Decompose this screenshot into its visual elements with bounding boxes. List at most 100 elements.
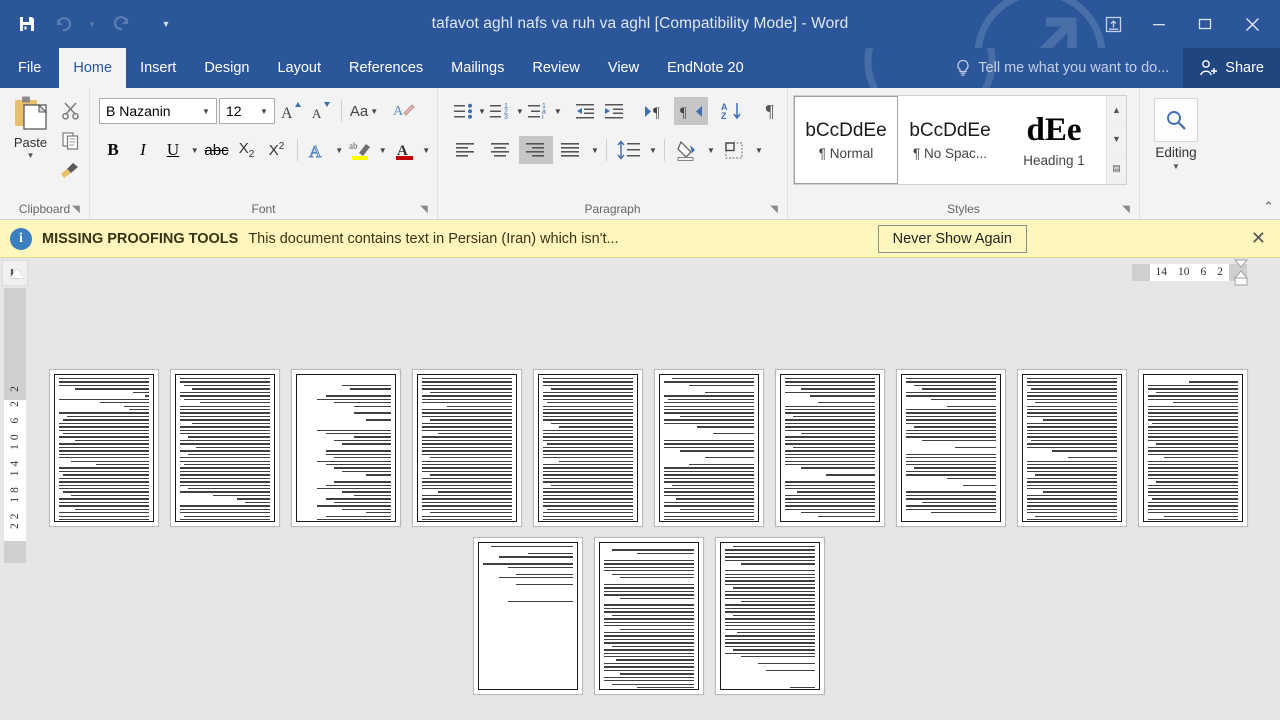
minimize-icon[interactable] xyxy=(1136,4,1182,44)
font-name-dropdown-icon[interactable]: ▼ xyxy=(198,107,214,116)
font-color-button[interactable]: A xyxy=(391,136,419,164)
font-size-dropdown-icon[interactable]: ▼ xyxy=(256,107,272,116)
tab-endnote[interactable]: EndNote 20 xyxy=(653,48,758,88)
tab-design[interactable]: Design xyxy=(190,48,263,88)
horizontal-ruler-track[interactable]: 14 10 6 2 xyxy=(1131,261,1247,283)
shading-dropdown-icon[interactable]: ▼ xyxy=(705,146,717,155)
bullets-button[interactable] xyxy=(449,97,477,125)
italic-button[interactable]: I xyxy=(129,136,157,164)
underline-dropdown-icon[interactable]: ▼ xyxy=(189,146,201,155)
font-name-combobox[interactable]: B Nazanin ▼ xyxy=(99,98,217,124)
tab-view[interactable]: View xyxy=(594,48,653,88)
sort-button[interactable]: A Z xyxy=(718,97,746,125)
document-page-thumbnail[interactable] xyxy=(594,537,704,695)
ltr-text-direction-button[interactable]: ¶ xyxy=(639,97,673,125)
style-item-no-spacing[interactable]: bCcDdEe ¶ No Spac... xyxy=(898,96,1002,184)
rtl-text-direction-button[interactable]: ¶ xyxy=(673,97,708,125)
paste-button[interactable]: Paste ▼ xyxy=(5,92,56,199)
borders-dropdown-icon[interactable]: ▼ xyxy=(753,146,765,155)
tell-me-search[interactable]: Tell me what you want to do... xyxy=(945,48,1183,88)
document-pages-area[interactable] xyxy=(30,288,1280,720)
decrease-indent-button[interactable] xyxy=(572,97,600,125)
numbering-button[interactable]: 1 2 3 xyxy=(487,97,515,125)
superscript-button[interactable]: X2 xyxy=(263,136,291,164)
close-icon[interactable] xyxy=(1228,4,1276,44)
share-button[interactable]: Share xyxy=(1183,48,1280,88)
copy-button[interactable] xyxy=(56,126,84,154)
tab-home[interactable]: Home xyxy=(59,48,127,88)
bold-button[interactable]: B xyxy=(99,136,127,164)
align-right-button[interactable] xyxy=(519,136,553,164)
clear-formatting-button[interactable]: A xyxy=(390,97,418,125)
vertical-ruler[interactable]: 22 18 14 10 6 2 xyxy=(4,288,26,588)
document-page-thumbnail[interactable] xyxy=(473,537,583,695)
bullets-dropdown-icon[interactable]: ▼ xyxy=(478,107,486,116)
styles-scroll-up-icon[interactable]: ▲ xyxy=(1107,96,1126,126)
multilevel-dropdown-icon[interactable]: ▼ xyxy=(554,107,562,116)
font-size-combobox[interactable]: 12 ▼ xyxy=(219,98,275,124)
customize-qat-icon[interactable]: ▼ xyxy=(156,7,176,41)
line-spacing-dropdown-icon[interactable]: ▼ xyxy=(647,146,659,155)
styles-dialog-launcher[interactable]: ◥ xyxy=(1120,204,1132,216)
left-indent-marker-icon[interactable] xyxy=(10,269,24,278)
document-page-thumbnail[interactable] xyxy=(1017,369,1127,527)
cut-button[interactable] xyxy=(56,96,84,124)
change-case-button[interactable]: Aa ▼ xyxy=(348,97,382,125)
style-item-heading-1[interactable]: dEe Heading 1 xyxy=(1002,96,1106,184)
font-dialog-launcher[interactable]: ◥ xyxy=(418,204,430,216)
line-spacing-button[interactable] xyxy=(612,136,646,164)
paste-dropdown-icon[interactable]: ▼ xyxy=(27,152,35,160)
document-page-thumbnail[interactable] xyxy=(775,369,885,527)
styles-scroll-down-icon[interactable]: ▼ xyxy=(1107,125,1126,155)
clipboard-dialog-launcher[interactable]: ◥ xyxy=(70,204,82,216)
document-page-thumbnail[interactable] xyxy=(654,369,764,527)
borders-button[interactable] xyxy=(718,136,752,164)
tab-references[interactable]: References xyxy=(335,48,437,88)
font-color-dropdown-icon[interactable]: ▼ xyxy=(421,146,433,155)
numbering-dropdown-icon[interactable]: ▼ xyxy=(516,107,524,116)
document-page-thumbnail[interactable] xyxy=(533,369,643,527)
tab-insert[interactable]: Insert xyxy=(126,48,190,88)
show-formatting-marks-button[interactable]: ¶ xyxy=(756,97,784,125)
message-bar-close-icon[interactable]: ✕ xyxy=(1247,228,1270,249)
align-left-button[interactable] xyxy=(449,136,483,164)
document-page-thumbnail[interactable] xyxy=(896,369,1006,527)
tab-review[interactable]: Review xyxy=(518,48,594,88)
justify-button[interactable] xyxy=(554,136,588,164)
save-icon[interactable] xyxy=(10,7,44,41)
editing-dropdown-icon[interactable]: ▼ xyxy=(1154,162,1198,171)
document-page-thumbnail[interactable] xyxy=(170,369,280,527)
document-page-thumbnail[interactable] xyxy=(1138,369,1248,527)
subscript-button[interactable]: X2 xyxy=(233,136,261,164)
text-effects-button[interactable]: A xyxy=(303,136,331,164)
never-show-again-button[interactable]: Never Show Again xyxy=(877,224,1027,253)
align-center-button[interactable] xyxy=(484,136,518,164)
paragraph-dialog-launcher[interactable]: ◥ xyxy=(768,204,780,216)
document-page-thumbnail[interactable] xyxy=(412,369,522,527)
shrink-font-button[interactable]: A xyxy=(307,97,335,125)
underline-button[interactable]: U xyxy=(159,136,187,164)
restore-icon[interactable] xyxy=(1182,4,1228,44)
format-painter-button[interactable] xyxy=(56,156,84,184)
document-page-thumbnail[interactable] xyxy=(49,369,159,527)
tab-file[interactable]: File xyxy=(0,48,59,88)
tab-layout[interactable]: Layout xyxy=(263,48,335,88)
styles-more-icon[interactable]: ▤ xyxy=(1107,154,1126,184)
multilevel-list-button[interactable]: 1 a i xyxy=(525,97,553,125)
highlight-dropdown-icon[interactable]: ▼ xyxy=(377,146,389,155)
style-item-normal[interactable]: bCcDdEe ¶ Normal xyxy=(794,96,898,184)
editing-find-button[interactable] xyxy=(1154,98,1198,142)
increase-indent-button[interactable] xyxy=(601,97,629,125)
text-effects-dropdown-icon[interactable]: ▼ xyxy=(333,146,345,155)
tab-mailings[interactable]: Mailings xyxy=(437,48,518,88)
undo-dropdown-icon[interactable]: ▼ xyxy=(82,7,102,41)
grow-font-button[interactable]: A xyxy=(277,97,305,125)
text-highlight-color-button[interactable]: ab xyxy=(347,136,375,164)
horizontal-ruler[interactable]: 14 10 6 2 xyxy=(0,258,1280,288)
shading-button[interactable] xyxy=(670,136,704,164)
collapse-ribbon-button[interactable]: ⌃ xyxy=(1263,199,1274,215)
indent-markers[interactable] xyxy=(1233,259,1249,287)
redo-icon[interactable] xyxy=(104,7,138,41)
undo-icon[interactable] xyxy=(46,7,80,41)
justify-dropdown-icon[interactable]: ▼ xyxy=(589,146,601,155)
